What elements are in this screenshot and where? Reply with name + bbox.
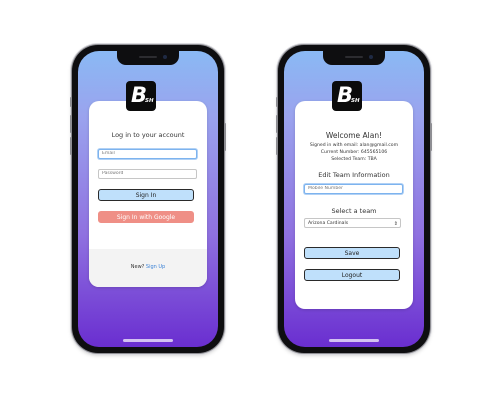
brand-logo-icon: B SH xyxy=(332,81,362,111)
phone-notch xyxy=(117,51,179,65)
team-select[interactable]: Arizona Cardinals ⇕ xyxy=(304,218,401,228)
save-button[interactable]: Save xyxy=(304,247,400,259)
speaker-grille xyxy=(139,56,157,58)
front-camera xyxy=(163,55,167,59)
email-field[interactable] xyxy=(98,149,197,159)
signed-in-email-text: Signed in with email: alan@gmail.com xyxy=(309,143,399,148)
phone-frame-profile: B SH Welcome Alan! Signed in with email:… xyxy=(276,45,432,353)
welcome-heading: Welcome Alan! xyxy=(325,131,383,140)
password-field[interactable] xyxy=(98,169,197,179)
phone-volume-up xyxy=(70,115,72,133)
phone-power-button xyxy=(224,123,226,151)
selected-team-text: Selected Team: TBA xyxy=(331,157,377,162)
phone-silent-switch xyxy=(70,97,72,107)
phone-volume-down xyxy=(276,137,278,155)
chevron-updown-icon: ⇕ xyxy=(393,221,398,227)
speaker-grille xyxy=(345,56,363,58)
login-card: Log in to your account Sign In Sign In w… xyxy=(89,101,207,287)
phone-volume-up xyxy=(276,115,278,133)
mobile-number-field[interactable] xyxy=(304,184,403,194)
brand-logo-icon: B SH xyxy=(126,81,156,111)
front-camera xyxy=(369,55,373,59)
logo-subscript: SH xyxy=(351,98,360,104)
login-screen: B SH Log in to your account Sign In Sign… xyxy=(78,51,218,347)
signup-prompt-text: New? xyxy=(130,264,145,270)
sign-in-button[interactable]: Sign In xyxy=(98,189,194,201)
signup-link[interactable]: Sign Up xyxy=(146,264,165,270)
phone-power-button xyxy=(430,123,432,151)
logo-letter: B xyxy=(337,83,354,107)
phone-silent-switch xyxy=(276,97,278,107)
profile-screen: B SH Welcome Alan! Signed in with email:… xyxy=(284,51,424,347)
home-indicator xyxy=(123,339,173,342)
logout-button[interactable]: Logout xyxy=(304,269,400,281)
login-title: Log in to your account xyxy=(111,131,185,139)
edit-team-heading: Edit Team Information xyxy=(318,171,390,179)
mockup-stage: B SH Log in to your account Sign In Sign… xyxy=(0,0,500,400)
phone-frame-login: B SH Log in to your account Sign In Sign… xyxy=(70,45,226,353)
home-indicator xyxy=(329,339,379,342)
logo-subscript: SH xyxy=(145,98,154,104)
signup-prompt-row: New? Sign Up xyxy=(89,264,207,270)
google-sign-in-button[interactable]: Sign In with Google xyxy=(98,211,194,223)
phone-notch xyxy=(323,51,385,65)
team-select-value: Arizona Cardinals xyxy=(308,221,349,226)
profile-card: Welcome Alan! Signed in with email: alan… xyxy=(295,101,413,309)
login-footer: New? Sign Up xyxy=(89,249,207,287)
phone-volume-down xyxy=(70,137,72,155)
select-team-heading: Select a team xyxy=(331,207,377,215)
current-number-text: Current Number: 645565106 xyxy=(320,150,388,155)
logo-letter: B xyxy=(131,83,148,107)
